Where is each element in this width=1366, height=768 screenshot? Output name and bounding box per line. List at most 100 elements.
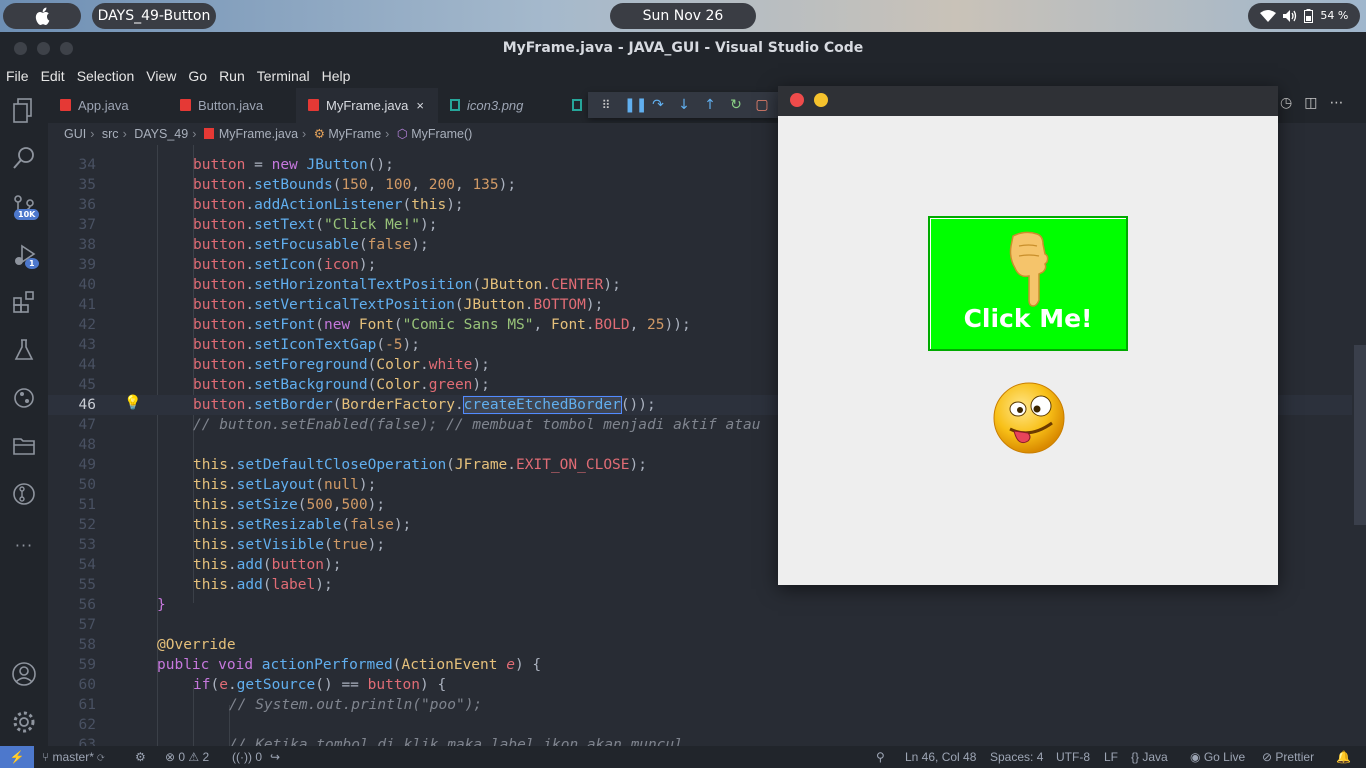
testing-icon[interactable] [10, 338, 38, 366]
language-mode[interactable]: {} Java [1131, 746, 1168, 768]
method-icon: ⬡ [396, 127, 408, 141]
system-status-menu[interactable]: 54 % [1248, 3, 1360, 29]
debug-toolbar: ⠿ ❚❚ ↷ ↓ ↑ ↻ ▢ [588, 92, 778, 118]
menu-file[interactable]: File [6, 64, 29, 88]
menu-help[interactable]: Help [322, 64, 351, 88]
breadcrumb-item[interactable]: MyFrame [328, 127, 381, 141]
code-line: 62 [78, 717, 96, 733]
notifications-icon[interactable]: 🔔 [1336, 746, 1351, 768]
search-icon[interactable] [10, 146, 38, 174]
prettier-label: Prettier [1275, 750, 1315, 764]
breadcrumb-item[interactable]: MyFrame.java [219, 127, 298, 141]
folder-icon[interactable] [10, 434, 38, 462]
close-tab-icon[interactable]: × [416, 98, 424, 113]
restart-icon[interactable]: ↻ [728, 97, 744, 113]
step-into-icon[interactable]: ↓ [676, 97, 692, 113]
step-out-icon[interactable]: ↑ [702, 97, 718, 113]
tab-icon3-png[interactable]: icon3.png [438, 88, 560, 123]
selected-text: createEtchedBorder [462, 396, 622, 414]
cursor-position[interactable]: Ln 46, Col 48 [905, 746, 976, 768]
tongue-out-emoji-icon [993, 382, 1065, 454]
live-share-icon[interactable]: ↪ [270, 746, 280, 768]
line-ending[interactable]: LF [1104, 746, 1118, 768]
apple-menu-button[interactable] [3, 3, 81, 29]
problems-indicator[interactable]: ⊗ 0 ⚠ 2 [165, 746, 209, 768]
breadcrumb: GUI › src › DAYS_49 › MyFrame.java › ⚙ MyFra… [48, 123, 778, 145]
tab-myframe-java[interactable]: MyFrame.java × [296, 88, 438, 123]
code-line: 61// System.out.println("poo"); [78, 697, 483, 713]
menu-view[interactable]: View [146, 64, 176, 88]
java-file-icon [308, 99, 319, 111]
split-editor-icon[interactable]: ◫ [1304, 95, 1317, 111]
volume-icon [1282, 10, 1297, 22]
debug-badge: 1 [25, 258, 39, 269]
image-file-icon [572, 99, 582, 111]
go-live-button[interactable]: ◉ Go Live [1190, 746, 1245, 768]
settings-gear-icon[interactable] [10, 709, 38, 737]
java-frame-minimize-button[interactable] [814, 93, 828, 107]
java-file-icon [60, 99, 71, 111]
tab-label: App.java [78, 98, 129, 113]
menu-run[interactable]: Run [219, 64, 245, 88]
breadcrumb-item[interactable]: src [102, 127, 119, 141]
tab-app-java[interactable]: App.java [48, 88, 168, 123]
class-icon: ⚙ [313, 127, 325, 141]
more-icon[interactable]: ··· [10, 532, 38, 560]
breadcrumb-item[interactable]: DAYS_49 [134, 127, 188, 141]
battery-percent: 54 % [1320, 9, 1349, 22]
git-lens-icon[interactable] [10, 482, 38, 510]
click-me-button[interactable]: Click Me! [928, 216, 1128, 351]
editor-actions: ◷ ◫ ⋯ [1280, 95, 1343, 111]
remote-indicator[interactable]: ⚡ [0, 746, 34, 768]
stop-icon[interactable]: ▢ [754, 97, 770, 113]
prettier-icon: ⊘ [1262, 750, 1276, 764]
window-title-bar: MyFrame.java - JAVA_GUI - Visual Studio … [0, 32, 1366, 64]
menu-bar: File Edit Selection View Go Run Terminal… [0, 64, 1366, 88]
java-frame-close-button[interactable] [790, 93, 804, 107]
extensions-icon[interactable] [10, 290, 38, 318]
menu-edit[interactable]: Edit [41, 64, 65, 88]
pause-icon[interactable]: ❚❚ [624, 97, 647, 113]
branch-indicator[interactable]: ⑂ master* ⟳ [42, 746, 104, 768]
window-title: MyFrame.java - JAVA_GUI - Visual Studio … [502, 40, 864, 56]
encoding[interactable]: UTF-8 [1056, 746, 1090, 768]
tab-overflow[interactable] [560, 88, 588, 123]
scrollbar-thumb[interactable] [1354, 345, 1366, 525]
drag-handle-icon[interactable]: ⠿ [598, 98, 614, 112]
location-icon[interactable]: ⚲ [876, 746, 885, 768]
ports-indicator[interactable]: ((·)) 0 [232, 746, 262, 768]
active-app-indicator[interactable]: DAYS_49-Button [92, 3, 216, 29]
code-line: 56} [78, 597, 166, 613]
timeline-icon[interactable]: ◷ [1280, 95, 1292, 111]
sync-icon: ⟳ [97, 750, 105, 764]
git-graph-icon[interactable] [10, 386, 38, 414]
breadcrumb-item[interactable]: GUI [64, 127, 86, 141]
os-top-bar: DAYS_49-Button Sun Nov 26 10:35:30 54 % [0, 0, 1366, 50]
tab-button-java[interactable]: Button.java [168, 88, 296, 123]
activity-bar: 10K 1 ··· [0, 88, 48, 746]
clock[interactable]: Sun Nov 26 10:35:30 [610, 3, 756, 50]
java-frame-title-bar[interactable] [778, 86, 1278, 116]
tab-label: MyFrame.java [326, 98, 409, 113]
menu-terminal[interactable]: Terminal [257, 64, 310, 88]
java-status-icon[interactable]: ⚙ [135, 746, 146, 768]
indentation[interactable]: Spaces: 4 [990, 746, 1043, 768]
more-actions-icon[interactable]: ⋯ [1329, 95, 1343, 111]
remote-icon: ⚡ [9, 750, 25, 764]
lightbulb-icon[interactable]: 💡 [124, 395, 141, 411]
prettier-button[interactable]: ⊘ Prettier [1262, 746, 1314, 768]
code-line: 57 [78, 617, 96, 633]
breadcrumb-item[interactable]: MyFrame() [411, 127, 472, 141]
step-over-icon[interactable]: ↷ [650, 97, 666, 113]
error-icon: ⊗ [165, 750, 179, 764]
tab-label: Button.java [198, 98, 264, 113]
explorer-icon[interactable] [10, 98, 38, 126]
account-icon[interactable] [10, 661, 38, 689]
battery-icon [1304, 9, 1314, 23]
menu-selection[interactable]: Selection [77, 64, 135, 88]
warning-icon: ⚠ [188, 750, 203, 764]
menu-go[interactable]: Go [188, 64, 207, 88]
image-file-icon [450, 99, 460, 111]
radio-tower-icon: ((·)) [232, 750, 256, 764]
editor-scrollbar[interactable] [1352, 145, 1366, 746]
